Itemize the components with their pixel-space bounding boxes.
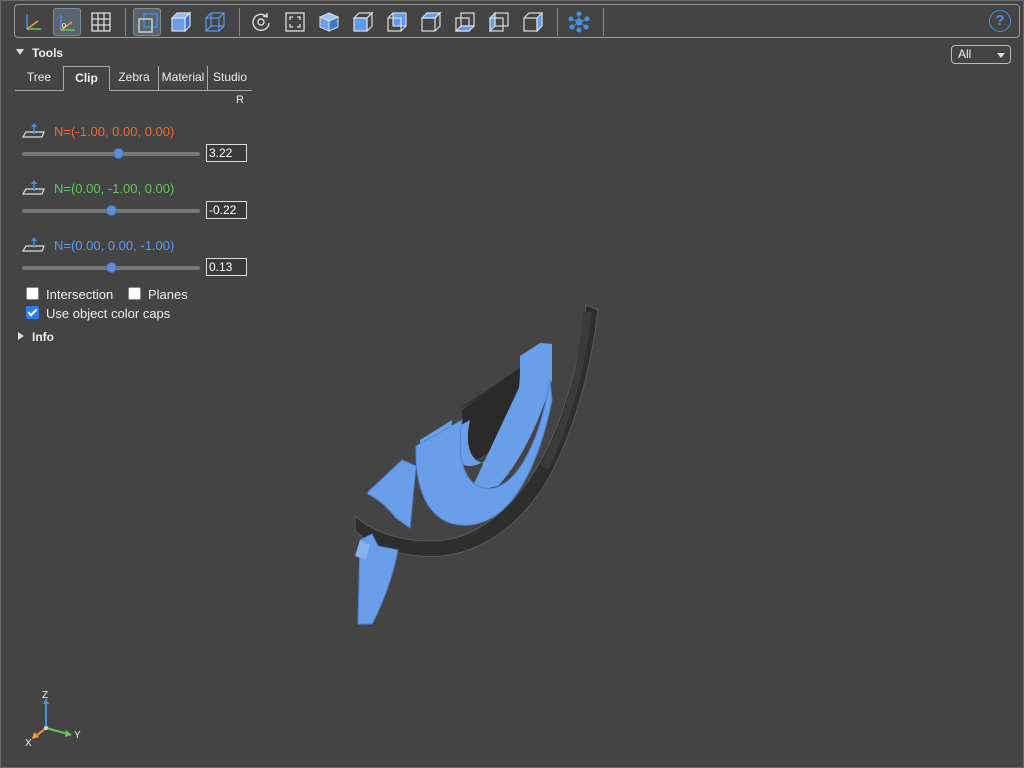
axis-z-label: Z	[42, 690, 48, 701]
axis-y-label: Y	[74, 730, 81, 741]
model-viewport[interactable]	[0, 0, 1024, 768]
orientation-axes: Z Y X	[25, 690, 81, 748]
axis-x-label: X	[25, 738, 32, 748]
clipped-model	[354, 304, 599, 625]
